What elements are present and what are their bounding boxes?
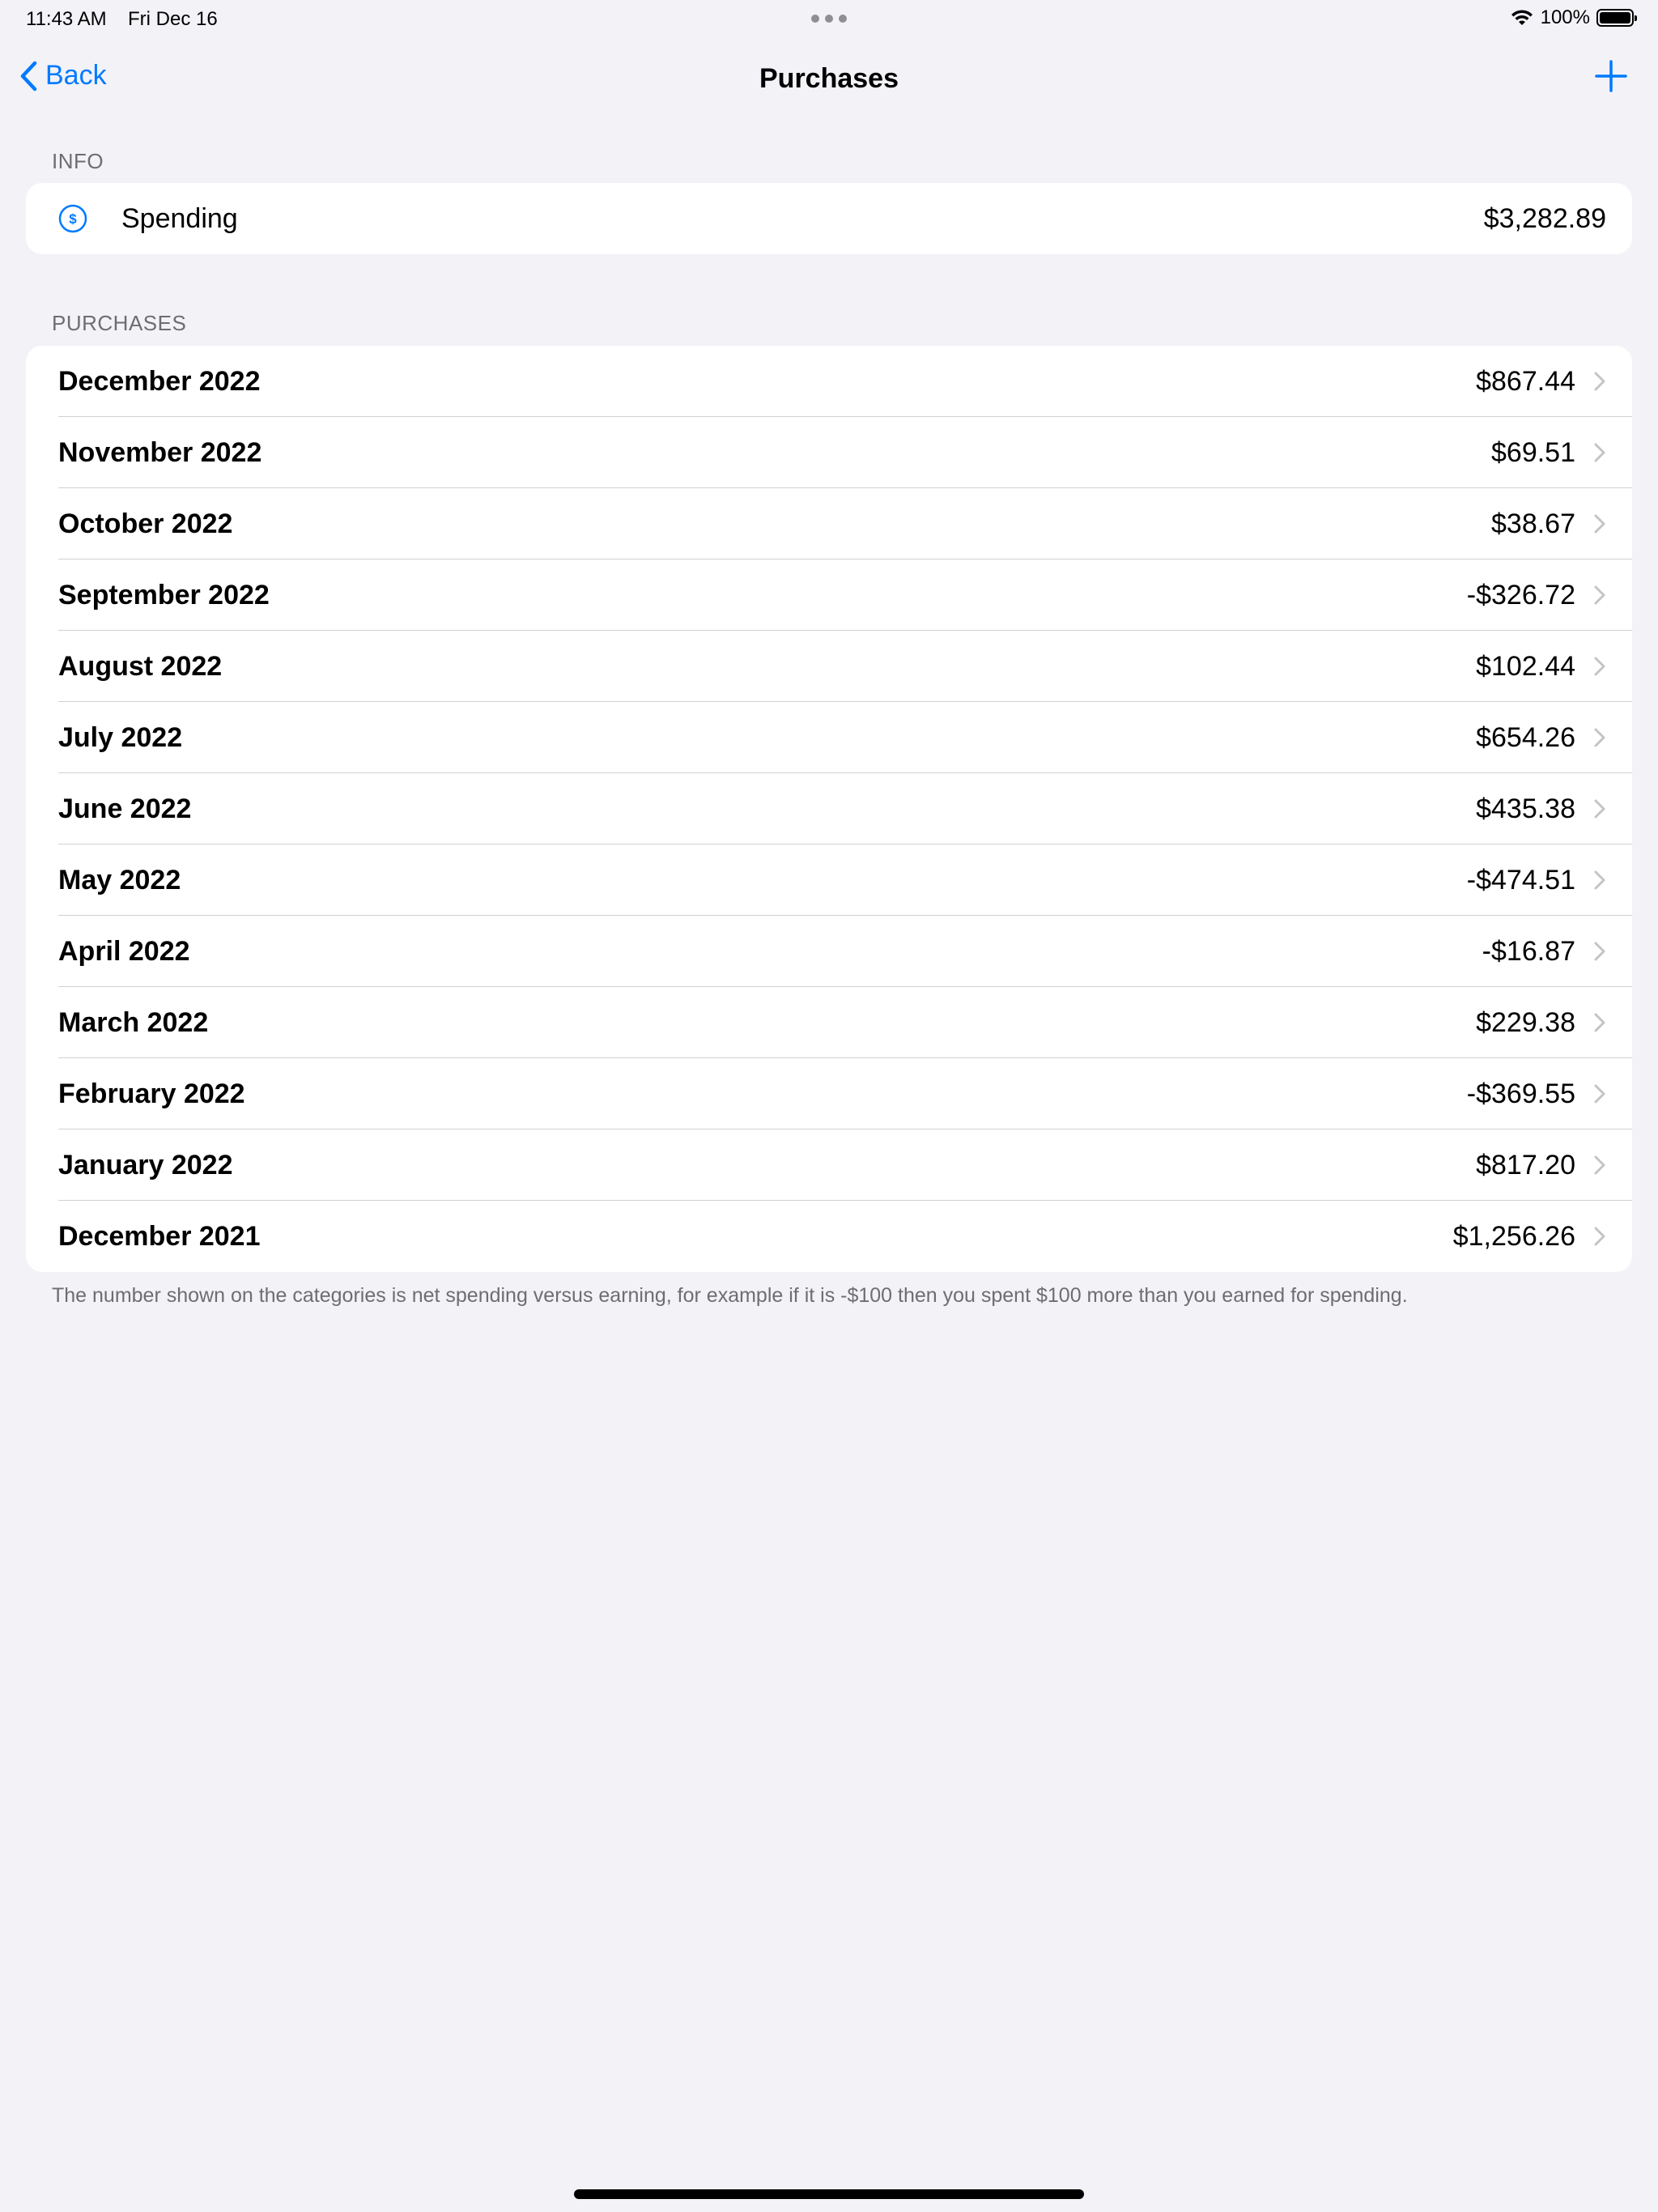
spending-value: $3,282.89: [1483, 202, 1606, 234]
purchase-month: February 2022: [58, 1078, 245, 1109]
purchase-month: December 2022: [58, 365, 261, 397]
purchase-amount: -$474.51: [1466, 864, 1575, 895]
purchase-amount: $435.38: [1476, 793, 1575, 824]
purchase-month: September 2022: [58, 579, 270, 610]
svg-text:$: $: [69, 211, 77, 227]
purchase-amount: $1,256.26: [1452, 1220, 1575, 1252]
status-date: Fri Dec 16: [128, 8, 218, 30]
purchase-month: January 2022: [58, 1149, 233, 1180]
purchase-row[interactable]: February 2022 -$369.55: [26, 1058, 1632, 1129]
purchase-month: April 2022: [58, 935, 190, 967]
purchases-list: December 2022 $867.44 November 2022 $69.51…: [26, 346, 1632, 1272]
purchase-month: May 2022: [58, 864, 181, 895]
purchase-amount: $867.44: [1476, 365, 1575, 397]
battery-icon: [1596, 9, 1637, 27]
page-title: Purchases: [759, 63, 899, 94]
battery-percent: 100%: [1540, 6, 1590, 28]
chevron-right-icon: [1594, 799, 1605, 819]
purchase-amount: $654.26: [1476, 721, 1575, 753]
chevron-right-icon: [1594, 870, 1605, 890]
chevron-right-icon: [1594, 1084, 1605, 1104]
chevron-right-icon: [1594, 728, 1605, 747]
navigation-bar: Back Purchases: [0, 39, 1658, 121]
purchase-row[interactable]: September 2022 -$326.72: [26, 559, 1632, 631]
purchase-row[interactable]: August 2022 $102.44: [26, 631, 1632, 702]
purchase-month: October 2022: [58, 508, 233, 539]
purchase-amount: $817.20: [1476, 1149, 1575, 1180]
purchase-amount: -$16.87: [1482, 935, 1575, 967]
purchase-row[interactable]: December 2022 $867.44: [26, 346, 1632, 417]
purchase-amount: $229.38: [1476, 1006, 1575, 1038]
purchase-month: June 2022: [58, 793, 192, 824]
info-card: $ Spending $3,282.89: [26, 183, 1632, 254]
multitasking-dots-icon[interactable]: [811, 15, 847, 23]
purchase-row[interactable]: June 2022 $435.38: [26, 773, 1632, 844]
chevron-right-icon: [1594, 514, 1605, 534]
status-indicators: 100%: [1510, 6, 1637, 29]
chevron-right-icon: [1594, 372, 1605, 391]
chevron-right-icon: [1594, 1155, 1605, 1175]
purchase-row[interactable]: July 2022 $654.26: [26, 702, 1632, 773]
status-bar: 11:43 AM Fri Dec 16 100%: [0, 0, 1658, 39]
purchase-month: August 2022: [58, 650, 223, 682]
purchase-amount: -$369.55: [1466, 1078, 1575, 1109]
purchase-month: November 2022: [58, 436, 262, 468]
purchases-footer-note: The number shown on the categories is ne…: [52, 1284, 1408, 1307]
purchase-row[interactable]: March 2022 $229.38: [26, 987, 1632, 1058]
plus-icon: [1595, 60, 1627, 92]
purchase-month: December 2021: [58, 1220, 261, 1252]
dollar-circle-icon: $: [58, 204, 87, 233]
purchase-row[interactable]: April 2022 -$16.87: [26, 916, 1632, 987]
purchase-amount: -$326.72: [1466, 579, 1575, 610]
purchase-amount: $38.67: [1491, 508, 1575, 539]
spending-label: Spending: [121, 202, 238, 234]
purchase-row[interactable]: October 2022 $38.67: [26, 488, 1632, 559]
purchase-row[interactable]: November 2022 $69.51: [26, 417, 1632, 488]
purchase-row[interactable]: January 2022 $817.20: [26, 1129, 1632, 1201]
chevron-right-icon: [1594, 585, 1605, 605]
chevron-right-icon: [1594, 1227, 1605, 1246]
info-section-header: INFO: [52, 149, 104, 173]
purchase-row[interactable]: May 2022 -$474.51: [26, 844, 1632, 916]
purchase-amount: $102.44: [1476, 650, 1575, 682]
chevron-right-icon: [1594, 1013, 1605, 1032]
purchase-row[interactable]: December 2021 $1,256.26: [26, 1201, 1632, 1272]
status-time: 11:43 AM: [26, 8, 107, 30]
chevron-right-icon: [1594, 657, 1605, 676]
spending-row: $ Spending $3,282.89: [26, 183, 1632, 254]
chevron-right-icon: [1594, 443, 1605, 462]
add-button[interactable]: [1595, 60, 1627, 96]
wifi-icon: [1511, 10, 1533, 25]
purchases-section-header: PURCHASES: [52, 311, 187, 335]
purchase-month: March 2022: [58, 1006, 209, 1038]
purchase-month: July 2022: [58, 721, 183, 753]
purchase-amount: $69.51: [1491, 436, 1575, 468]
home-indicator[interactable]: [574, 2189, 1084, 2199]
chevron-right-icon: [1594, 942, 1605, 961]
